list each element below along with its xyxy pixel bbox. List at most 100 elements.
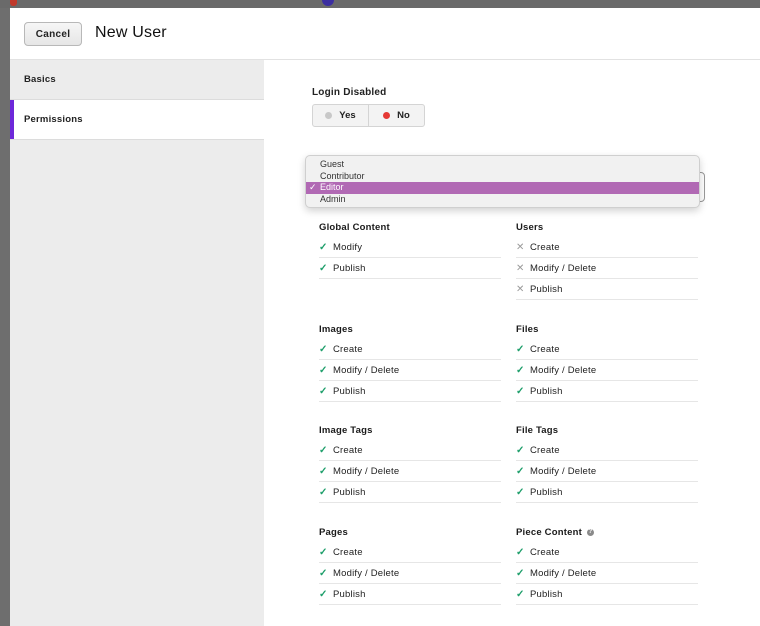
permission-label: Publish bbox=[530, 283, 563, 295]
permission-row[interactable]: ✓ Create bbox=[516, 542, 698, 563]
permission-label: Publish bbox=[333, 588, 366, 600]
permission-label: Modify / Delete bbox=[333, 465, 400, 477]
check-icon: ✓ bbox=[319, 486, 328, 498]
yes-label: Yes bbox=[339, 110, 356, 121]
check-icon: ✓ bbox=[319, 385, 328, 397]
permission-label: Modify / Delete bbox=[530, 364, 597, 376]
permission-row[interactable]: ✓ Modify / Delete bbox=[319, 563, 501, 584]
new-user-modal: Cancel New User Basics Permissions Login… bbox=[10, 8, 760, 626]
permission-label: Modify / Delete bbox=[530, 465, 597, 477]
no-dot-icon bbox=[383, 112, 391, 119]
section-title-text: Users bbox=[516, 221, 544, 233]
check-icon: ✓ bbox=[516, 343, 525, 355]
check-icon: ✓ bbox=[319, 546, 328, 558]
section-title: Images bbox=[319, 319, 501, 339]
selected-check-icon: ✓ bbox=[309, 182, 317, 192]
permission-row[interactable]: ✓ Publish bbox=[516, 482, 698, 503]
section-title: Piece Content? bbox=[516, 522, 698, 542]
permission-row[interactable]: ✓ Create bbox=[319, 440, 501, 461]
permission-row[interactable]: ✓ Create bbox=[516, 339, 698, 360]
permission-row[interactable]: ✓ Create bbox=[319, 542, 501, 563]
modal-header: Cancel New User bbox=[10, 8, 760, 60]
section-title-text: Global Content bbox=[319, 221, 390, 233]
role-option-contributor[interactable]: Contributor bbox=[306, 171, 699, 183]
section-title-text: Pages bbox=[319, 526, 348, 538]
permission-row[interactable]: ✓ Modify / Delete bbox=[319, 360, 501, 381]
sidebar: Basics Permissions bbox=[10, 60, 264, 626]
section-title: Users bbox=[516, 217, 698, 237]
permission-label: Publish bbox=[530, 385, 563, 397]
permission-label: Modify / Delete bbox=[530, 567, 597, 579]
permission-row[interactable]: ✓ Modify / Delete bbox=[319, 461, 501, 482]
login-disabled-yes-option[interactable]: Yes bbox=[313, 105, 368, 126]
no-label: No bbox=[397, 110, 410, 121]
backdrop-purple-shape bbox=[322, 0, 334, 6]
permission-row[interactable]: ✓ Publish bbox=[319, 482, 501, 503]
login-disabled-toggle: Yes No bbox=[312, 104, 425, 127]
login-disabled-no-option[interactable]: No bbox=[368, 105, 424, 126]
permission-label: Publish bbox=[333, 486, 366, 498]
page-title: New User bbox=[95, 24, 167, 41]
permission-label: Create bbox=[333, 343, 363, 355]
check-icon: ✓ bbox=[319, 567, 328, 579]
check-icon: ✓ bbox=[319, 343, 328, 355]
check-icon: ✓ bbox=[319, 364, 328, 376]
backdrop-red-shape bbox=[10, 0, 17, 6]
role-option-admin[interactable]: Admin bbox=[306, 194, 699, 206]
permission-label: Modify / Delete bbox=[333, 567, 400, 579]
section-title-text: Piece Content bbox=[516, 526, 582, 538]
check-icon: ✓ bbox=[516, 444, 525, 456]
permission-section-images: Images ✓ Create ✓ Modify / Delete ✓ Publish bbox=[319, 319, 501, 402]
permission-row[interactable]: ✕ Create bbox=[516, 237, 698, 258]
permission-row[interactable]: ✓ Publish bbox=[319, 584, 501, 605]
permission-section-file-tags: File Tags ✓ Create ✓ Modify / Delete ✓ Publish bbox=[516, 420, 698, 503]
backdrop bbox=[0, 0, 760, 8]
permission-row[interactable]: ✓ Modify / Delete bbox=[516, 563, 698, 584]
close-icon: ✕ bbox=[516, 283, 525, 295]
permission-row[interactable]: ✓ Publish bbox=[516, 584, 698, 605]
section-title: File Tags bbox=[516, 420, 698, 440]
section-title-text: Images bbox=[319, 323, 353, 335]
permission-section-files: Files ✓ Create ✓ Modify / Delete ✓ Publish bbox=[516, 319, 698, 402]
permission-row[interactable]: ✓ Modify bbox=[319, 237, 501, 258]
permission-label: Publish bbox=[333, 385, 366, 397]
permission-row[interactable]: ✓ Create bbox=[319, 339, 501, 360]
permission-row[interactable]: ✕ Publish bbox=[516, 279, 698, 300]
permission-row[interactable]: ✕ Modify / Delete bbox=[516, 258, 698, 279]
permission-section-global-content: Global Content ✓ Modify ✓ Publish bbox=[319, 217, 501, 279]
check-icon: ✓ bbox=[319, 262, 328, 274]
sidebar-item-permissions[interactable]: Permissions bbox=[10, 100, 264, 140]
section-title: Image Tags bbox=[319, 420, 501, 440]
permission-row[interactable]: ✓ Publish bbox=[516, 381, 698, 402]
section-title-text: Image Tags bbox=[319, 424, 373, 436]
check-icon: ✓ bbox=[319, 444, 328, 456]
permissions-panel: Login Disabled Yes No Guest Contributor … bbox=[264, 60, 760, 626]
permission-label: Publish bbox=[530, 486, 563, 498]
permission-row[interactable]: ✓ Modify / Delete bbox=[516, 360, 698, 381]
permission-label: Create bbox=[333, 546, 363, 558]
permission-section-image-tags: Image Tags ✓ Create ✓ Modify / Delete ✓ Publis… bbox=[319, 420, 501, 503]
check-icon: ✓ bbox=[319, 588, 328, 600]
permission-row[interactable]: ✓ Modify / Delete bbox=[516, 461, 698, 482]
check-icon: ✓ bbox=[516, 465, 525, 477]
permission-label: Modify / Delete bbox=[530, 262, 597, 274]
close-icon: ✕ bbox=[516, 241, 525, 253]
cancel-button[interactable]: Cancel bbox=[24, 22, 82, 46]
check-icon: ✓ bbox=[319, 241, 328, 253]
permission-row[interactable]: ✓ Publish bbox=[319, 258, 501, 279]
question-icon[interactable]: ? bbox=[586, 528, 594, 536]
permission-label: Create bbox=[530, 444, 560, 456]
permission-row[interactable]: ✓ Publish bbox=[319, 381, 501, 402]
permission-label: Create bbox=[530, 343, 560, 355]
permission-label: Modify / Delete bbox=[333, 364, 400, 376]
permission-label: Create bbox=[333, 444, 363, 456]
permission-label: Create bbox=[530, 546, 560, 558]
role-option-editor[interactable]: ✓ Editor bbox=[306, 182, 699, 194]
section-title: Files bbox=[516, 319, 698, 339]
section-title: Global Content bbox=[319, 217, 501, 237]
sidebar-item-basics[interactable]: Basics bbox=[10, 60, 264, 100]
role-dropdown-menu: Guest Contributor ✓ Editor Admin bbox=[305, 155, 700, 208]
role-option-guest[interactable]: Guest bbox=[306, 159, 699, 171]
permission-row[interactable]: ✓ Create bbox=[516, 440, 698, 461]
check-icon: ✓ bbox=[516, 486, 525, 498]
